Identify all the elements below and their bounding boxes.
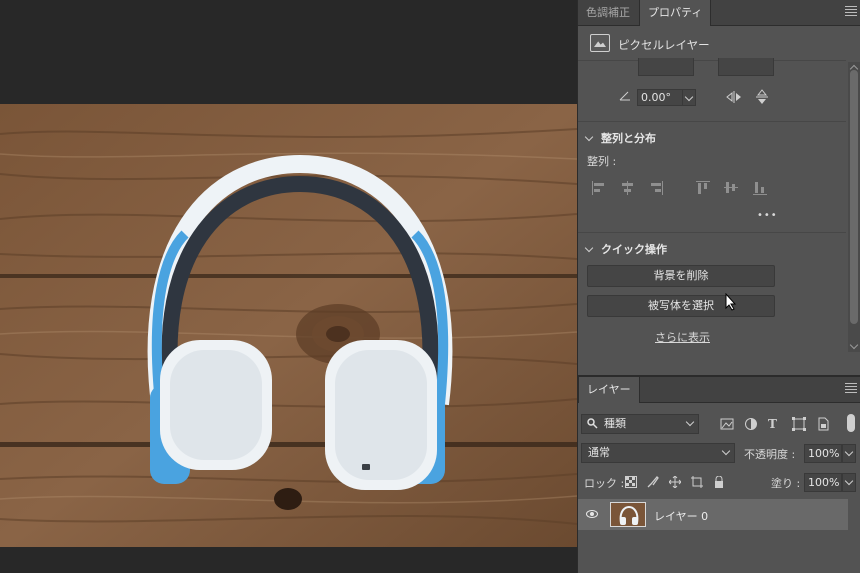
filter-toggle-switch[interactable] [847, 414, 855, 432]
lock-all-icon[interactable] [713, 475, 725, 488]
quick-actions-header[interactable]: クイック操作 [584, 241, 667, 257]
tab-adjustments[interactable]: 色調補正 [578, 0, 638, 26]
fill-dropdown[interactable] [842, 473, 856, 492]
right-dock: 色調補正 プロパティ ピクセルレイヤー 0.00° 整列と分布 整列 : •••… [577, 0, 860, 573]
layer-filter-kind-value: 種類 [604, 417, 626, 430]
canvas-image-headphones-on-wood[interactable] [0, 104, 577, 547]
layer-filter-kind-select[interactable]: 種類 [581, 414, 699, 434]
align-bottom-edges-icon[interactable] [753, 181, 769, 195]
layers-panel: レイヤー 種類 T 通常 不透明度 : 100% ロック : 塗り: 100%… [578, 375, 860, 573]
align-left-edges-icon[interactable] [592, 181, 608, 195]
opacity-input[interactable]: 100% [804, 444, 842, 463]
rotation-angle-input[interactable]: 0.00° [637, 89, 683, 106]
scroll-down-icon[interactable] [849, 340, 859, 350]
properties-layer-type: ピクセルレイヤー [618, 38, 710, 52]
lock-artboard-icon[interactable] [691, 476, 703, 488]
chevron-down-icon [721, 446, 731, 456]
align-label: 整列 : [587, 155, 617, 168]
layer-row[interactable]: レイヤー 0 [578, 499, 848, 530]
filter-pixel-layer-icon[interactable] [720, 417, 734, 431]
layers-panel-menu-icon[interactable] [845, 383, 857, 395]
tab-properties[interactable]: プロパティ [639, 0, 712, 26]
transform-height-field[interactable] [638, 58, 694, 76]
fill-input[interactable]: 100% [804, 473, 842, 492]
document-canvas-area[interactable] [0, 0, 577, 573]
lock-label: ロック : [584, 477, 625, 490]
chevron-down-icon [584, 132, 594, 142]
properties-header: ピクセルレイヤー [578, 27, 846, 61]
quick-actions-title: クイック操作 [601, 243, 667, 256]
filter-shape-layer-icon[interactable] [792, 417, 806, 431]
eye-visibility-icon[interactable] [586, 510, 598, 518]
align-top-edges-icon[interactable] [696, 181, 712, 195]
blend-mode-value: 通常 [588, 446, 610, 459]
layer-name[interactable]: レイヤー 0 [654, 508, 708, 524]
align-vertical-centers-icon[interactable] [724, 181, 740, 195]
headphones-photo [0, 104, 577, 547]
transform-y-field[interactable] [718, 58, 774, 76]
flip-vertical-icon[interactable] [755, 89, 769, 105]
mouse-cursor-icon [725, 292, 737, 311]
lock-transparent-pixels-icon[interactable] [625, 476, 637, 488]
properties-scrollbar[interactable] [848, 62, 860, 352]
scrollbar-thumb[interactable] [850, 70, 858, 324]
opacity-label: 不透明度 : [744, 448, 796, 461]
align-distribute-title: 整列と分布 [601, 132, 656, 145]
chevron-down-icon [685, 417, 695, 427]
layers-tabbar: レイヤー [578, 377, 860, 403]
opacity-dropdown[interactable] [842, 444, 856, 463]
show-more-link[interactable]: さらに表示 [655, 329, 710, 345]
search-icon [587, 418, 598, 429]
chevron-down-icon [584, 243, 594, 253]
more-options-icon[interactable]: ••• [757, 210, 778, 221]
lock-image-pixels-icon[interactable] [647, 476, 659, 488]
filter-adjustment-layer-icon[interactable] [744, 417, 758, 431]
select-subject-button[interactable]: 被写体を選択 [587, 295, 775, 317]
blend-mode-select[interactable]: 通常 [581, 443, 735, 463]
flip-horizontal-icon[interactable] [726, 90, 742, 104]
lock-position-icon[interactable] [668, 475, 682, 489]
fill-label: 塗り : [771, 477, 801, 490]
section-divider [578, 121, 846, 122]
properties-tabbar: 色調補正 プロパティ [578, 0, 860, 26]
section-divider [578, 232, 846, 233]
panel-menu-icon[interactable] [845, 6, 857, 18]
filter-smart-object-icon[interactable] [816, 417, 830, 431]
remove-background-button[interactable]: 背景を削除 [587, 265, 775, 287]
angle-icon [619, 91, 631, 101]
align-distribute-header[interactable]: 整列と分布 [584, 130, 656, 146]
tab-layers[interactable]: レイヤー [578, 377, 640, 403]
filter-type-layer-icon[interactable]: T [768, 417, 782, 431]
rotation-angle-dropdown[interactable] [682, 89, 696, 106]
layer-thumbnail [610, 502, 646, 527]
align-right-edges-icon[interactable] [650, 181, 666, 195]
align-horizontal-centers-icon[interactable] [621, 181, 637, 195]
pixel-layer-icon [590, 34, 610, 52]
